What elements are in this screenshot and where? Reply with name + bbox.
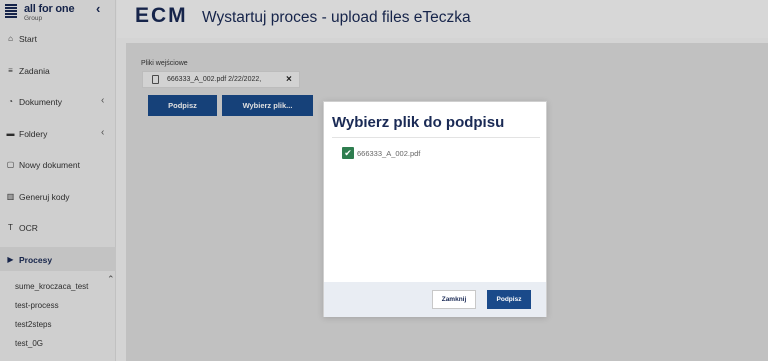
checkmark-icon: ✔ (344, 148, 352, 158)
close-button[interactable]: Zamknij (432, 290, 476, 309)
choose-file-modal: Wybierz plik do podpisu ✔ 666333_A_002.p… (323, 101, 547, 317)
modal-title: Wybierz plik do podpisu (332, 114, 505, 131)
modal-footer: Zamknij Podpisz (324, 282, 546, 317)
file-checkbox[interactable]: ✔ (342, 147, 354, 159)
checkbox-label: 666333_A_002.pdf (357, 149, 421, 158)
modal-sign-button[interactable]: Podpisz (487, 290, 531, 309)
divider (332, 137, 540, 138)
